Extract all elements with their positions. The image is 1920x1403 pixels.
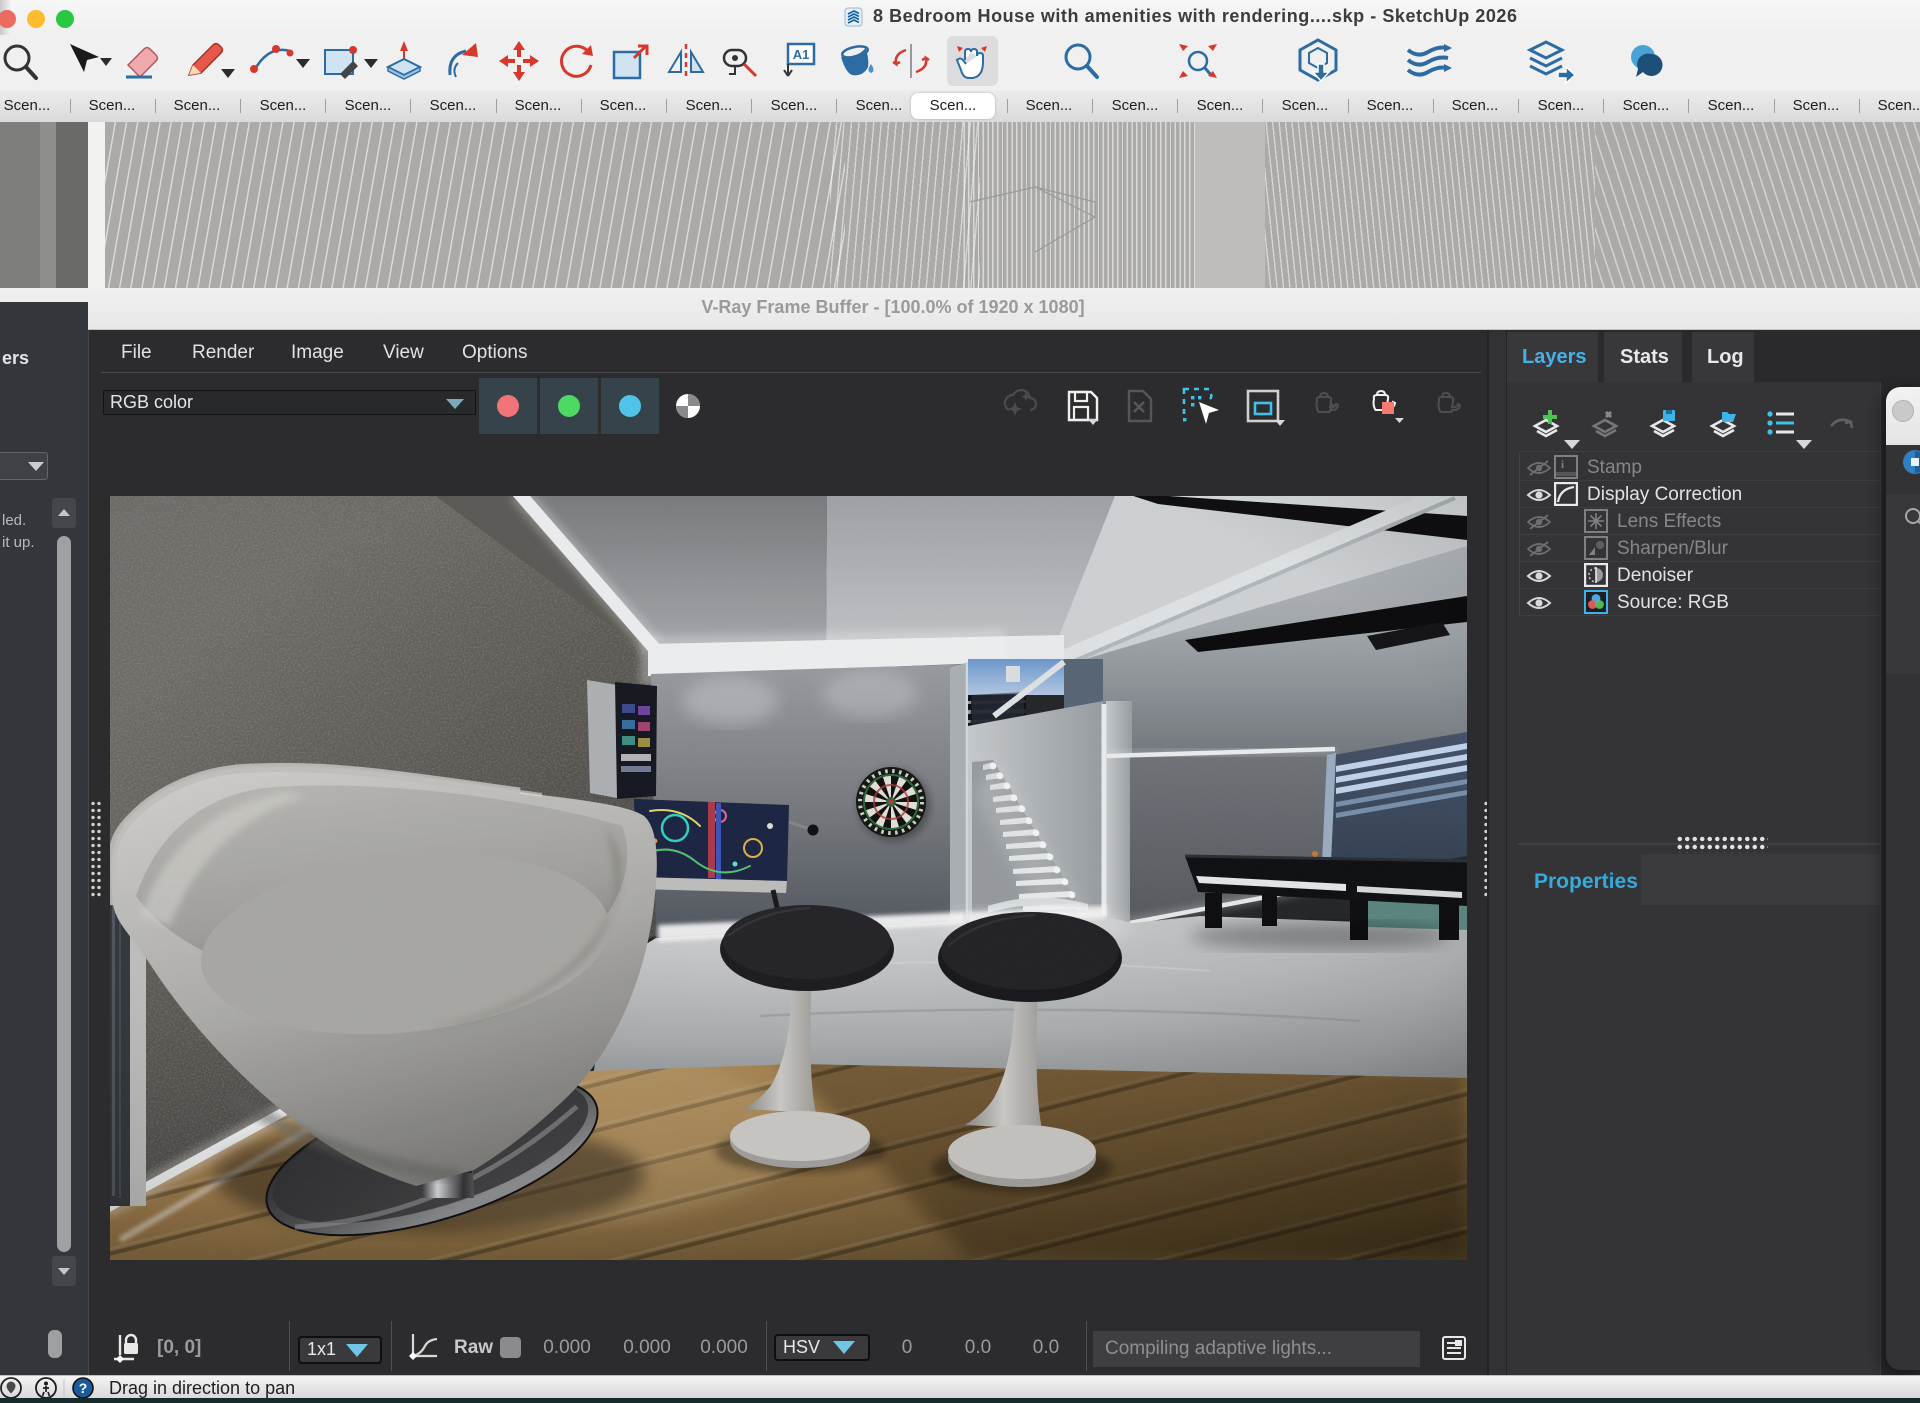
svg-text:i: i: [1561, 459, 1564, 471]
svg-text:?: ?: [79, 1380, 88, 1396]
svg-text:A1: A1: [793, 47, 810, 62]
